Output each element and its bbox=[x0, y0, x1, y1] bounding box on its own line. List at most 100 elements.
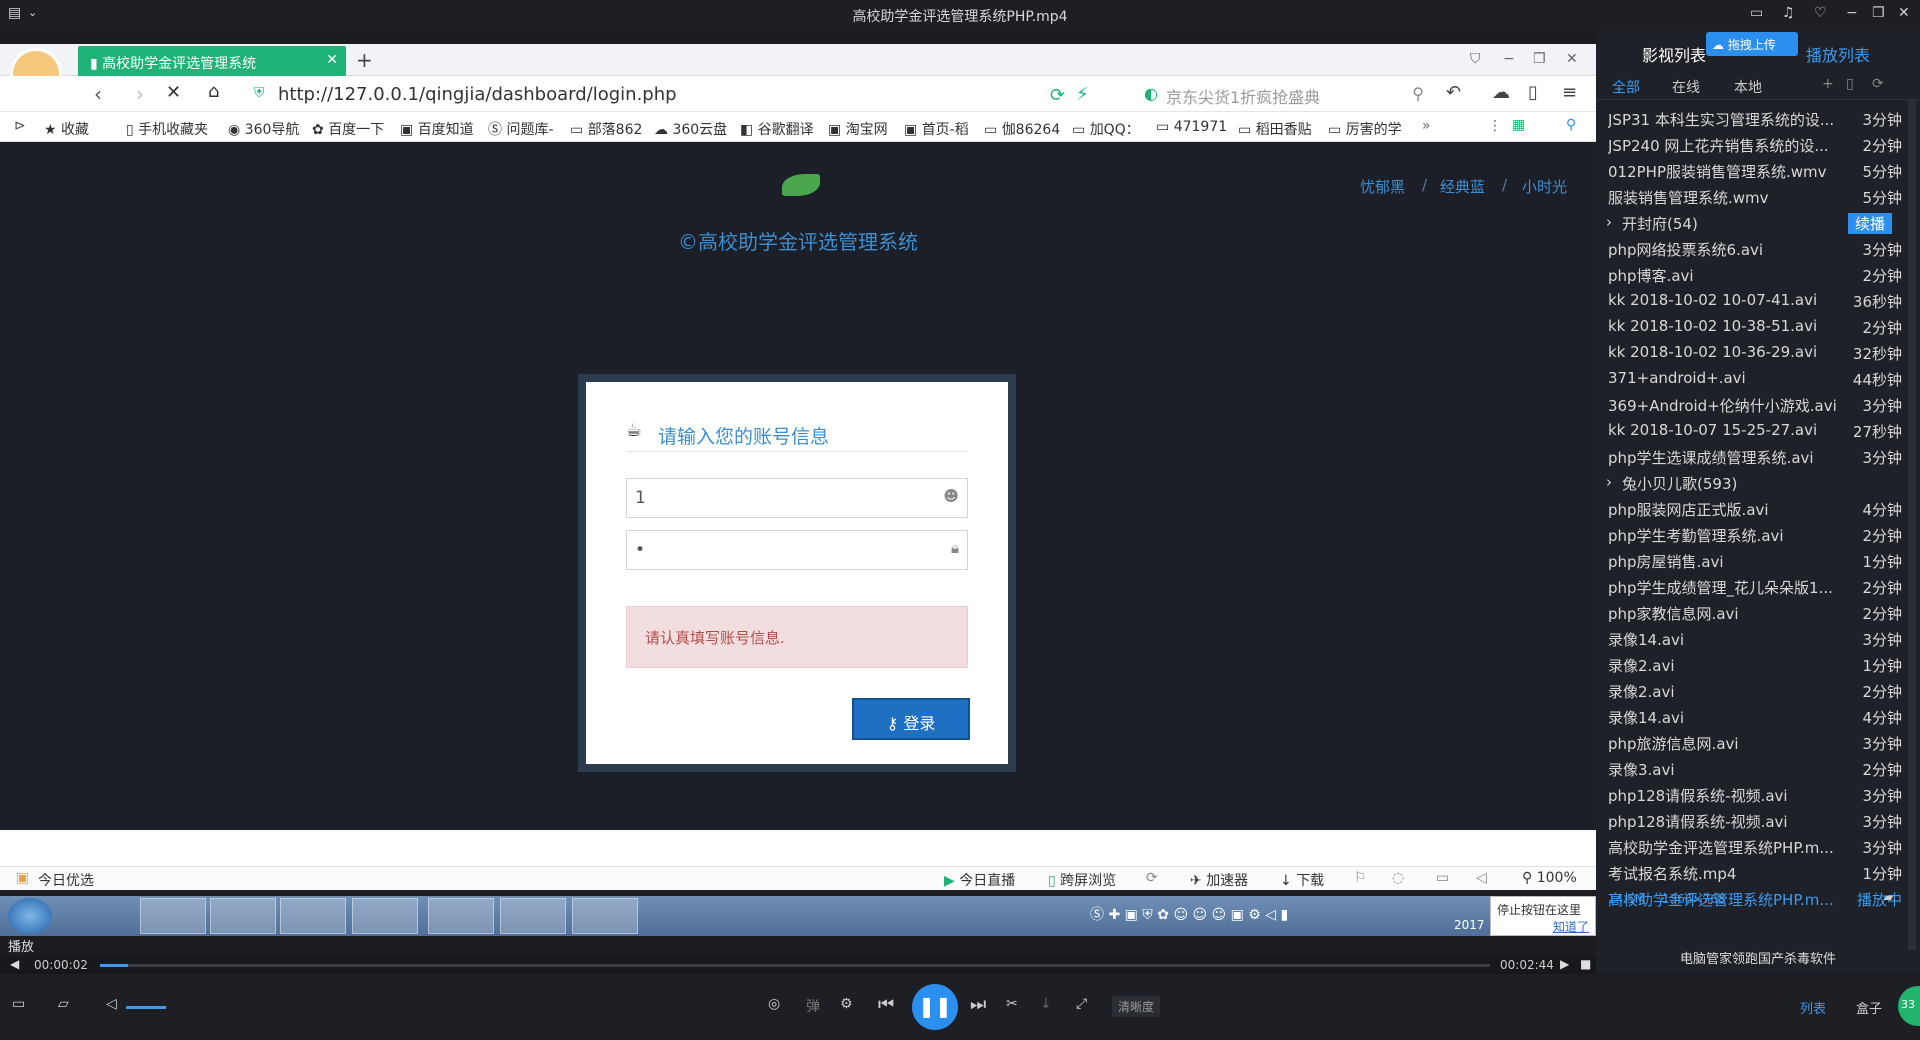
list-button[interactable]: 列表 bbox=[1800, 998, 1826, 1017]
bookmark-wenti[interactable]: Ⓢ 问题库- bbox=[488, 119, 554, 139]
playlist-item[interactable]: 录像14.avi 3分钟 bbox=[1602, 626, 1902, 652]
playlist-title[interactable]: 播放列表 bbox=[1806, 42, 1870, 66]
upload-badge[interactable]: ☁ 拖拽上传 bbox=[1706, 32, 1798, 56]
cleanup-icon[interactable]: ◌ bbox=[1392, 870, 1404, 886]
playlist-item[interactable]: 371+android+.avi 44秒钟 bbox=[1602, 366, 1902, 392]
cloud-icon[interactable]: ☁ bbox=[1492, 82, 1510, 103]
playlist-item[interactable]: JSP31 本科生实习管理系统的设... 3分钟 bbox=[1602, 106, 1902, 132]
theme-dark-link[interactable]: 忧郁黑 bbox=[1360, 176, 1405, 197]
playlist-item[interactable]: php服装网店正式版.avi 4分钟 bbox=[1602, 496, 1902, 522]
box-button[interactable]: 盒子 bbox=[1856, 998, 1882, 1017]
forward-icon[interactable]: ▶ bbox=[1560, 957, 1569, 971]
zoom-level[interactable]: ⚲ 100% bbox=[1522, 870, 1577, 886]
bookmark-home[interactable]: ▣ 首页-稻 bbox=[904, 119, 969, 139]
tab-all[interactable]: 全部 bbox=[1612, 77, 1640, 97]
taskbar-app-reader[interactable] bbox=[210, 898, 276, 934]
bookmark-folder-6[interactable]: ▭ 厉害的学 bbox=[1328, 119, 1402, 139]
playlist-item[interactable]: php学生考勤管理系统.avi 2分钟 bbox=[1602, 522, 1902, 548]
library-title[interactable]: 影视列表 bbox=[1642, 42, 1706, 66]
live-link[interactable]: ▶ 今日直播 bbox=[944, 870, 1015, 890]
bottom-notice[interactable]: 电脑管家领跑国产杀毒软件 bbox=[1596, 948, 1920, 967]
tray-tip-link[interactable]: 知道了 bbox=[1497, 918, 1589, 935]
tab-close-icon[interactable]: ✕ bbox=[326, 52, 338, 68]
previous-icon[interactable]: ⏮︎ bbox=[878, 994, 894, 1015]
playlist-item[interactable]: 录像2.avi 1分钟 bbox=[1602, 652, 1902, 678]
close-icon[interactable]: ✕ bbox=[1898, 5, 1910, 21]
seek-bar[interactable]: ◀ 00:00:02 00:02:44 ▶ ■ bbox=[0, 956, 1596, 974]
address-bar[interactable]: ⛨ http://127.0.0.1/qingjia/dashboard/log… bbox=[250, 80, 1100, 108]
theme-blue-link[interactable]: 经典蓝 bbox=[1440, 176, 1485, 197]
bookmark-folder-3[interactable]: ▭ 加QQ： bbox=[1072, 119, 1140, 139]
window-icon[interactable]: ▭ bbox=[1436, 870, 1449, 886]
playlist-item[interactable]: kk 2018-10-07 15-25-27.avi 27秒钟 bbox=[1602, 418, 1902, 444]
bookmark-baidu[interactable]: ✿ 百度一下 bbox=[312, 119, 384, 139]
stop-icon[interactable]: ✕ bbox=[166, 82, 181, 103]
3d-icon[interactable]: ◎ bbox=[768, 996, 780, 1012]
undo-icon[interactable]: ↶ bbox=[1446, 82, 1461, 103]
playlist-item[interactable]: 录像3.avi 2分钟 bbox=[1602, 756, 1902, 782]
playlist-item[interactable]: php博客.avi 2分钟 bbox=[1602, 262, 1902, 288]
bookmark-favorites[interactable]: ★ 收藏 bbox=[44, 119, 89, 139]
add-icon[interactable]: + bbox=[1822, 76, 1834, 92]
accelerator-link[interactable]: ✈ 加速器 bbox=[1190, 870, 1248, 890]
taskbar-app-files[interactable] bbox=[572, 898, 638, 934]
settings-icon[interactable]: ⚙ bbox=[840, 996, 853, 1012]
tab-active[interactable]: ▮ 高校助学金评选管理系统 ✕ bbox=[78, 46, 346, 77]
zoom-search-icon[interactable]: ⚲ bbox=[1566, 117, 1576, 133]
login-button[interactable]: ⚷ 登录 bbox=[852, 698, 970, 740]
playlist-item[interactable]: 012PHP服装销售管理系统.wmv 5分钟 bbox=[1602, 158, 1902, 184]
stop-icon[interactable]: ■ bbox=[1580, 957, 1591, 971]
bookmark-folder-5[interactable]: ▭ 稻田香贴 bbox=[1238, 119, 1312, 139]
chevron-right-icon[interactable]: › bbox=[1606, 213, 1612, 231]
tray-icons[interactable]: Ⓢ ✚ ▣ ⛨ ✿ ☺ ☺ ☺ ▣ ⚙ ◁ ▮ bbox=[1090, 904, 1288, 924]
playlist-item[interactable]: php房屋销售.avi 1分钟 bbox=[1602, 548, 1902, 574]
speed-icon[interactable]: ⟳ bbox=[1146, 870, 1158, 886]
forward-icon[interactable]: › bbox=[136, 82, 144, 106]
tab-local[interactable]: 本地 bbox=[1734, 77, 1762, 97]
device-icon[interactable]: ▯ bbox=[1528, 82, 1538, 103]
more-icon[interactable]: ⋮ bbox=[1488, 118, 1502, 134]
playlist-item[interactable]: php网络投票系统6.avi 3分钟 bbox=[1602, 236, 1902, 262]
volume-slider[interactable] bbox=[126, 1006, 166, 1009]
quality-button[interactable]: 清晰度 bbox=[1112, 996, 1161, 1017]
sidebar-toggle-icon[interactable]: ⊳ bbox=[14, 118, 26, 134]
taskbar-app-360[interactable] bbox=[428, 898, 494, 934]
download-link[interactable]: ↓ 下载 bbox=[1280, 870, 1324, 890]
search-icon[interactable]: ⚲ bbox=[1412, 84, 1424, 103]
bookmark-yunpan[interactable]: ☁ 360云盘 bbox=[654, 119, 727, 139]
scissors-icon[interactable]: ✂ bbox=[1006, 996, 1018, 1012]
bookmark-translate[interactable]: ◧ 谷歌翻译 bbox=[740, 119, 814, 139]
playlist-item[interactable]: php128请假系统-视频.avi 3分钟 bbox=[1602, 808, 1902, 834]
scrollbar[interactable] bbox=[1908, 100, 1916, 950]
playlist-item-duration[interactable]: 续播 bbox=[1848, 213, 1892, 234]
bookmark-360nav[interactable]: ◉ 360导航 bbox=[228, 119, 299, 139]
restore-icon[interactable]: ❐ bbox=[1533, 51, 1546, 67]
minimize-icon[interactable]: − bbox=[1846, 5, 1858, 21]
bell-icon[interactable]: ♫ bbox=[1782, 5, 1795, 21]
playlist-item[interactable]: 服装销售管理系统.wmv 5分钟 bbox=[1602, 184, 1902, 210]
toolbox-icon[interactable]: ▭ bbox=[12, 996, 25, 1012]
download-icon[interactable]: ↓ bbox=[1040, 996, 1052, 1012]
close-icon[interactable]: ✕ bbox=[1566, 51, 1578, 67]
cross-screen-link[interactable]: ▯ 跨屏浏览 bbox=[1048, 870, 1116, 890]
more-bookmarks-icon[interactable]: » bbox=[1422, 118, 1431, 134]
start-button[interactable] bbox=[8, 898, 52, 934]
bookmark-folder-1[interactable]: ▭ 部落862 bbox=[570, 119, 642, 139]
playlist-item[interactable]: 考试报名系统.mp4 1分钟 bbox=[1602, 860, 1902, 886]
taskbar-app-browser[interactable] bbox=[140, 898, 206, 934]
pause-button[interactable]: ❚❚ bbox=[912, 984, 958, 1030]
password-field[interactable]: • 🔒︎ bbox=[626, 530, 968, 570]
back-icon[interactable]: ‹ bbox=[94, 82, 102, 106]
taskbar-app-qq[interactable] bbox=[280, 898, 346, 934]
volume-icon[interactable]: ◁ bbox=[1476, 870, 1487, 886]
bookmark-folder-2[interactable]: ▭ 伽86264 bbox=[984, 119, 1060, 139]
apps-icon[interactable]: ▦ bbox=[1512, 117, 1525, 133]
message-icon[interactable]: ▭ bbox=[1750, 5, 1763, 21]
open-folder-icon[interactable]: ▰ bbox=[1884, 890, 1893, 904]
playlist-item[interactable]: 高校助学金评选管理系统PHP.m... 3分钟 bbox=[1602, 834, 1902, 860]
volume-icon[interactable]: ◁ bbox=[106, 996, 117, 1012]
chevron-right-icon[interactable]: › bbox=[1606, 473, 1612, 491]
next-icon[interactable]: ⏭︎ bbox=[970, 994, 986, 1015]
file-icon[interactable]: ▯ bbox=[1846, 76, 1854, 92]
danmaku-icon[interactable]: 弹 bbox=[806, 996, 820, 1016]
